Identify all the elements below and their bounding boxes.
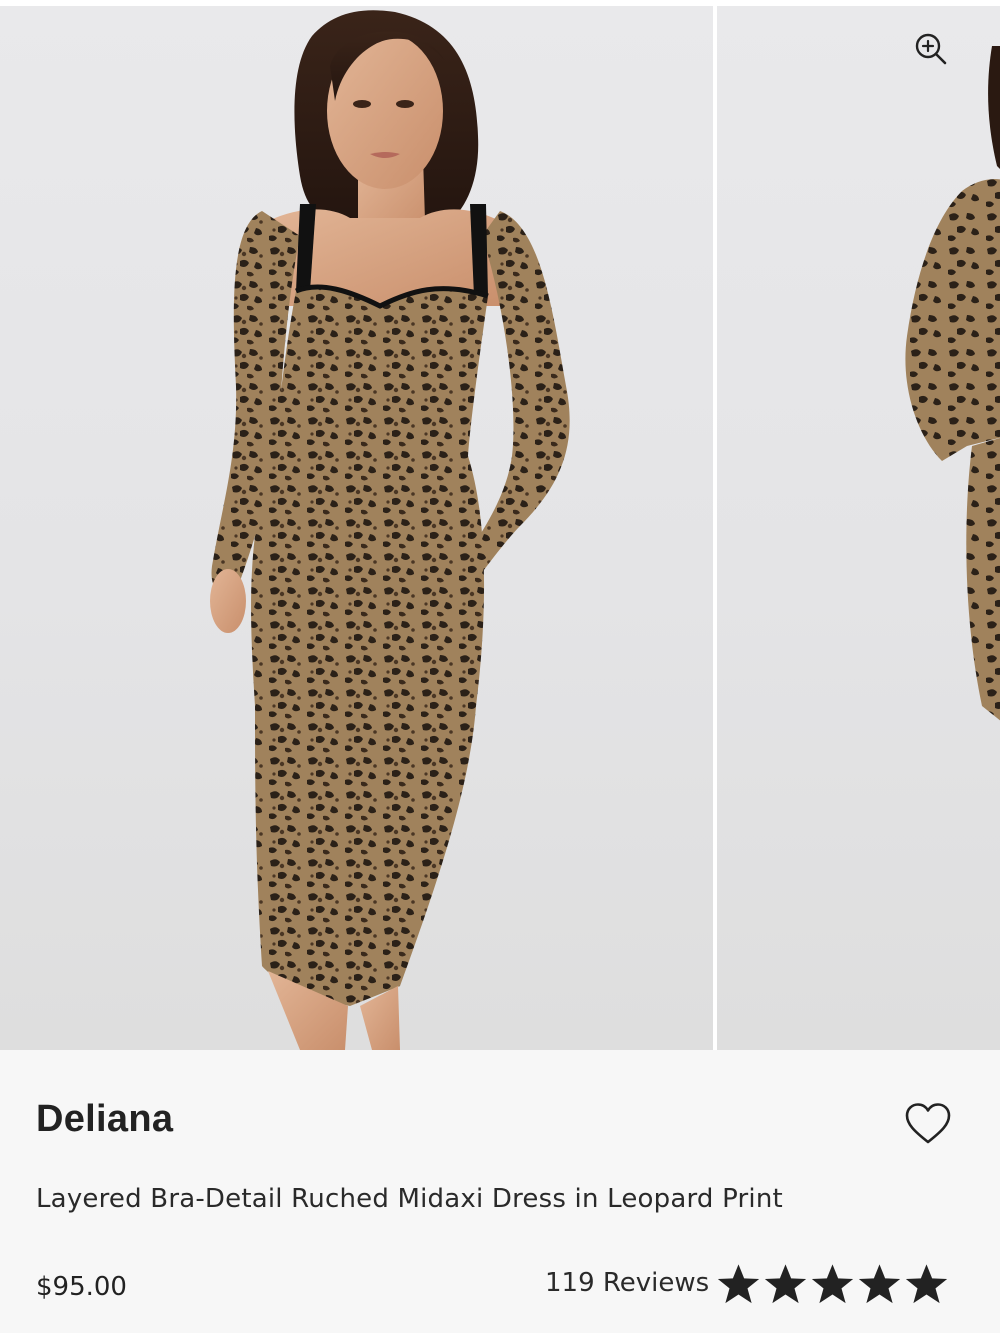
product-image-front[interactable] bbox=[0, 6, 713, 1050]
star-icon bbox=[811, 1264, 854, 1304]
star-icon bbox=[905, 1264, 948, 1304]
product-image-back[interactable] bbox=[717, 6, 1000, 1050]
brand-name: Deliana bbox=[36, 1098, 174, 1140]
product-price: $95.00 bbox=[36, 1272, 127, 1302]
zoom-button[interactable] bbox=[908, 26, 954, 72]
heart-icon[interactable] bbox=[904, 1102, 952, 1146]
zoom-in-icon bbox=[915, 33, 947, 65]
product-image-gallery[interactable] bbox=[0, 0, 1000, 1050]
product-title: Layered Bra-Detail Ruched Midaxi Dress i… bbox=[36, 1184, 783, 1214]
star-rating[interactable] bbox=[716, 1260, 949, 1308]
model-illustration-front bbox=[210, 10, 570, 1050]
reviews-link[interactable]: 119 Reviews bbox=[545, 1268, 709, 1298]
star-icon bbox=[764, 1264, 807, 1304]
star-icon bbox=[717, 1264, 760, 1304]
star-icon bbox=[858, 1264, 901, 1304]
model-illustration-back bbox=[905, 46, 1000, 721]
